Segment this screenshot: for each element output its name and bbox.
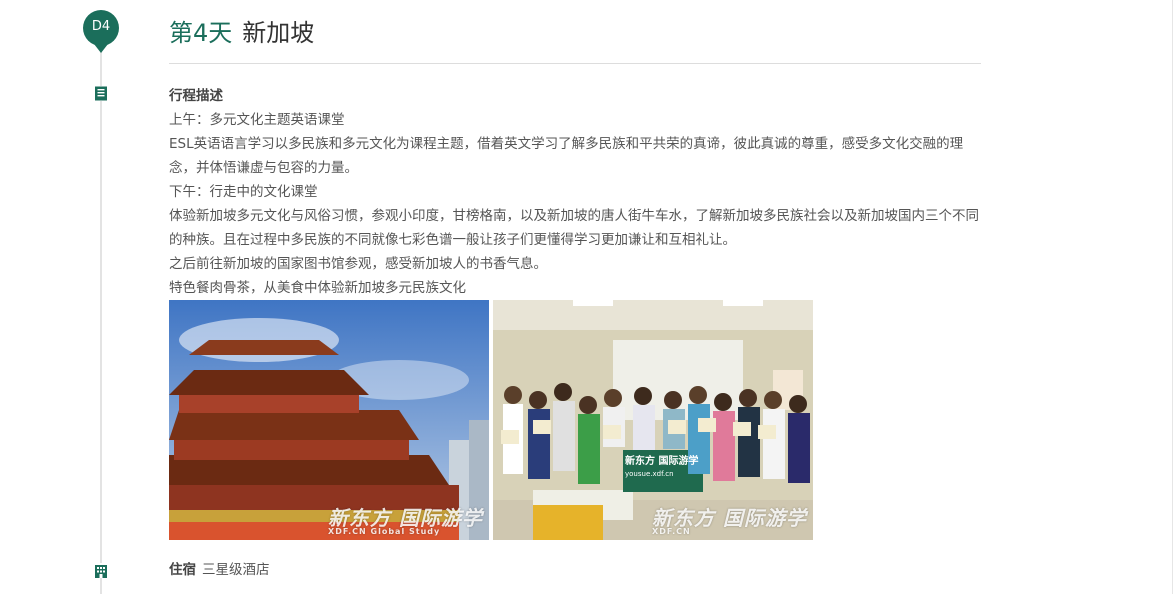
special-meal: 特色餐肉骨茶，从美食中体验新加坡多元民族文化	[169, 280, 466, 296]
class-photo[interactable]: 新东方 国际游学 yousue.xdf.cn 新东方 国际游学 XDF.CN	[493, 300, 813, 540]
photo-gallery: 新东方 国际游学 XDF.CN Global Study 新东方 国际游学 yo…	[169, 300, 819, 540]
afternoon-title: 下午：行走中的文化课堂	[169, 184, 318, 200]
accommodation-value: 三星级酒店	[202, 562, 270, 578]
temple-photo-watermark: 新东方 国际游学 XDF.CN Global Study	[328, 506, 483, 536]
temple-photo[interactable]: 新东方 国际游学 XDF.CN Global Study	[169, 300, 489, 540]
itinerary-heading: 行程描述	[169, 88, 223, 104]
building-icon	[93, 563, 109, 578]
accommodation: 住宿 三星级酒店	[169, 558, 270, 582]
day-number: 第4天	[169, 19, 233, 47]
day-badge-label: D4	[91, 18, 111, 34]
day-badge: D4	[83, 10, 119, 53]
morning-title: 上午：多元文化主题英语课堂	[169, 112, 345, 128]
class-banner: 新东方 国际游学 yousue.xdf.cn	[625, 456, 699, 478]
class-photo-watermark: 新东方 国际游学 XDF.CN	[652, 506, 807, 536]
afternoon-description: 体验新加坡多元文化与风俗习惯，参观小印度，甘榜格南，以及新加坡的唐人街牛车水，了…	[169, 208, 979, 248]
itinerary-description: 行程描述 上午：多元文化主题英语课堂 ESL英语语言学习以多民族和多元文化为课程…	[169, 84, 989, 300]
document-list-icon	[94, 86, 108, 101]
title-divider	[169, 63, 981, 64]
timeline-line	[100, 40, 102, 594]
day-itinerary-page: D4 第4天 新加坡 行程描述 上午：多元文化主题英语课堂 ESL英语语言学习以多…	[0, 0, 1173, 594]
city-name: 新加坡	[242, 19, 315, 47]
library-visit: 之后前往新加坡的国家图书馆参观，感受新加坡人的书香气息。	[169, 256, 547, 272]
page-title: 第4天 新加坡	[169, 17, 314, 49]
morning-description: ESL英语语言学习以多民族和多元文化为课程主题，借着英文学习了解多民族和平共荣的…	[169, 136, 964, 176]
accommodation-label: 住宿	[169, 562, 196, 578]
